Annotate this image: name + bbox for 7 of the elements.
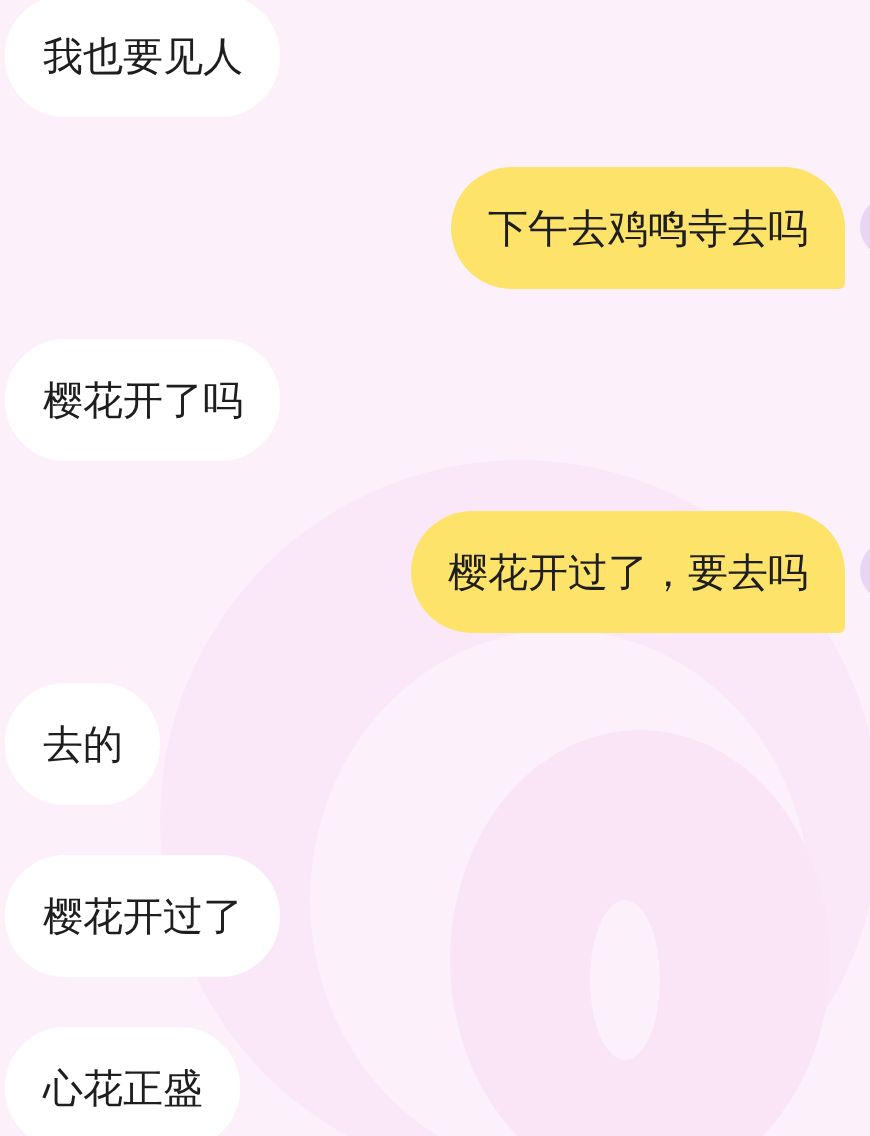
received-message-bubble: 去的	[5, 683, 160, 805]
received-message-bubble: 我也要见人	[5, 0, 280, 117]
sent-message-bubble: 下午去鸡鸣寺去吗	[451, 167, 845, 289]
sent-message-bubble: 樱花开过了，要去吗	[411, 511, 845, 633]
received-message-bubble: 樱花开过了	[5, 855, 280, 977]
received-message-bubble: 樱花开了吗	[5, 339, 280, 461]
received-message-bubble: 心花正盛	[5, 1027, 240, 1136]
